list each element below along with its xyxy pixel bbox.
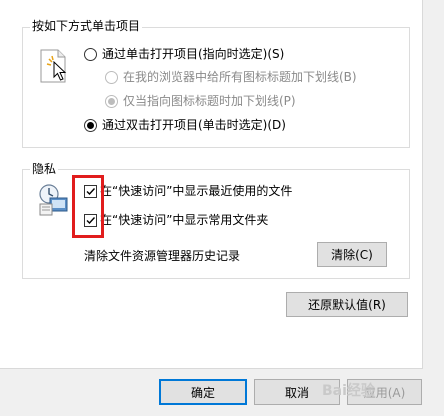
single-click-radio[interactable] — [84, 47, 97, 61]
double-click-option[interactable]: 通过双击打开项目(单击时选定)(D) — [84, 118, 286, 132]
recent-files-label: 在“快速访问”中显示最近使用的文件 — [100, 184, 293, 198]
click-items-legend: 按如下方式单击项目 — [30, 19, 143, 33]
double-click-label: 通过双击打开项目(单击时选定)(D) — [102, 118, 286, 132]
single-click-label: 通过单击打开项目(指向时选定)(S) — [102, 47, 285, 61]
dialog-edge — [423, 0, 444, 416]
underline-hover-radio[interactable] — [105, 94, 118, 108]
frequent-folders-option[interactable]: 在“快速访问”中显示常用文件夹 — [84, 213, 268, 227]
recent-files-option[interactable]: 在“快速访问”中显示最近使用的文件 — [84, 184, 292, 198]
double-click-radio[interactable] — [84, 118, 97, 132]
underline-all-label: 在我的浏览器中给所有图标标题加下划线(B) — [123, 70, 357, 84]
underline-hover-label: 仅当指向图标标题时加下划线(P) — [123, 94, 296, 108]
underline-all-option[interactable]: 在我的浏览器中给所有图标标题加下划线(B) — [105, 70, 357, 84]
underline-hover-option[interactable]: 仅当指向图标标题时加下划线(P) — [105, 94, 296, 108]
click-cursor-icon — [37, 48, 71, 87]
clear-button[interactable]: 清除(C) — [317, 242, 387, 267]
privacy-legend: 隐私 — [30, 162, 59, 176]
clear-history-label: 清除文件资源管理器历史记录 — [84, 249, 241, 263]
ok-button[interactable]: 确定 — [159, 379, 247, 405]
watermark: Bai经验 — [322, 383, 375, 399]
underline-all-radio[interactable] — [105, 70, 118, 84]
restore-defaults-button[interactable]: 还原默认值(R) — [286, 292, 408, 317]
single-click-option[interactable]: 通过单击打开项目(指向时选定)(S) — [84, 47, 284, 61]
privacy-icon — [37, 182, 71, 221]
highlight-box — [72, 175, 104, 238]
frequent-folders-label: 在“快速访问”中显示常用文件夹 — [100, 213, 269, 227]
